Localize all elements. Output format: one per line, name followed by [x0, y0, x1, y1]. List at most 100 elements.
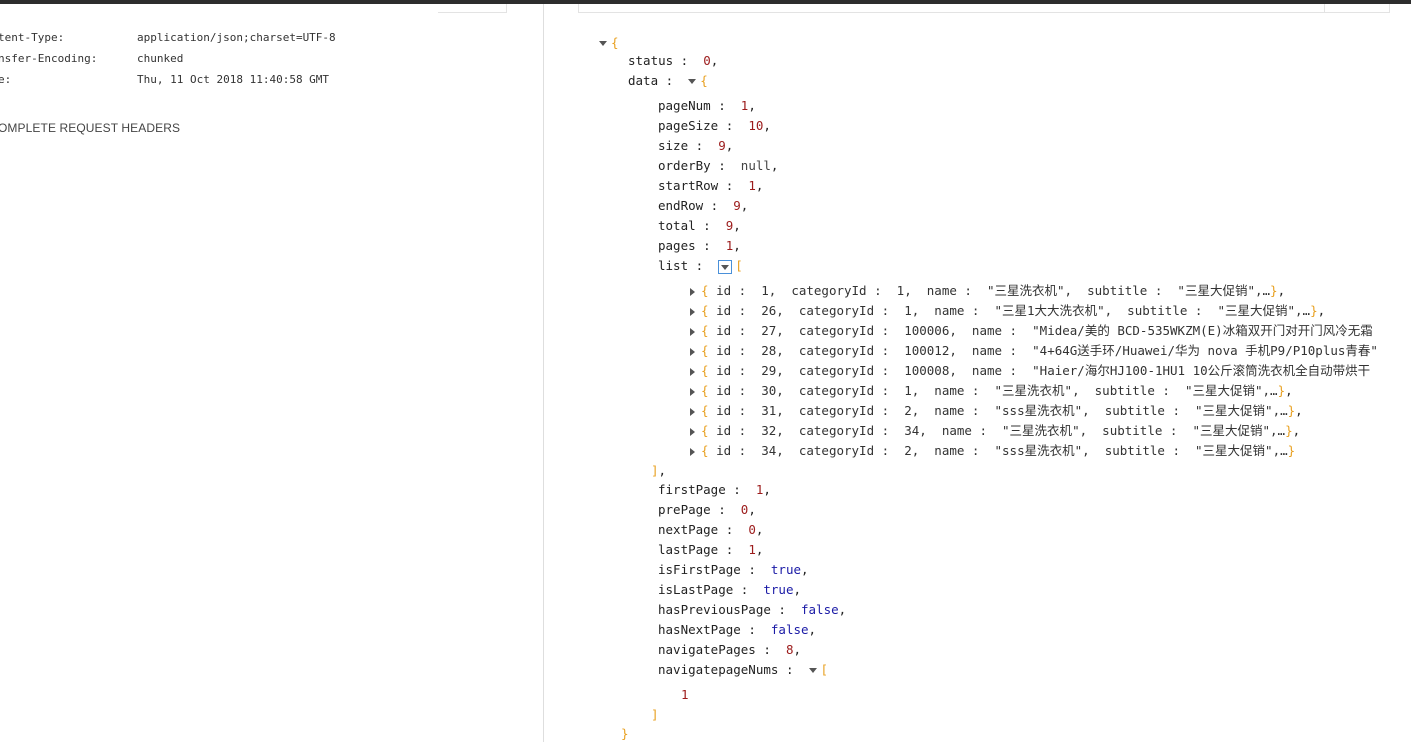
response-header-key: nsfer-Encoding: [0, 52, 98, 65]
json-key: isLastPage [658, 582, 734, 597]
chevron-down-icon [721, 264, 730, 270]
json-value: 1 [681, 687, 689, 702]
json-brace: } [1277, 383, 1286, 398]
json-bracket: [ [820, 662, 829, 677]
json-key: list [658, 258, 689, 273]
json-value: false [801, 602, 839, 617]
json-field-lastPage: lastPage : 1, [658, 542, 764, 557]
json-field-navigatePages: navigatePages : 8, [658, 642, 802, 657]
expand-toggle-icon[interactable] [690, 447, 695, 456]
collapse-toggle-focused-icon[interactable] [718, 259, 733, 274]
json-list-item-summary: id : 26, categoryId : 1, name : "三星1大大洗衣… [716, 303, 1311, 318]
json-key: orderBy [658, 158, 711, 173]
json-field-total: total : 9, [658, 218, 741, 233]
json-field-navigatepageNums: navigatepageNums : [ [658, 662, 829, 677]
json-key: startRow [658, 178, 719, 193]
json-viewer-panel: { status : 0, data : { pageNum : 1, pageSize… [544, 4, 1411, 742]
json-key: prePage [658, 502, 711, 517]
response-headers-panel: tent-Type: application/json;charset=UTF-8… [0, 4, 544, 742]
json-value: 9 [725, 218, 734, 233]
expand-toggle-icon[interactable] [690, 347, 695, 356]
json-field-data: data : { [628, 73, 708, 88]
json-list-item-summary: id : 1, categoryId : 1, name : "三星洗衣机", … [716, 283, 1271, 298]
json-brace: } [1287, 403, 1296, 418]
json-field-startRow: startRow : 1, [658, 178, 764, 193]
json-list-item[interactable]: { id : 27, categoryId : 100006, name : "… [690, 321, 1373, 341]
json-key: pageNum [658, 98, 711, 113]
json-key: status [628, 53, 674, 68]
expand-toggle-icon[interactable] [690, 367, 695, 376]
json-brace: } [621, 726, 629, 741]
json-value: 9 [733, 198, 741, 213]
json-list-item[interactable]: { id : 30, categoryId : 1, name : "三星洗衣机… [690, 381, 1293, 401]
json-bracket: ] [651, 707, 659, 722]
json-list-item[interactable]: { id : 1, categoryId : 1, name : "三星洗衣机"… [690, 281, 1285, 301]
json-key: size [658, 138, 689, 153]
json-bracket: ] [651, 463, 659, 478]
json-key: firstPage [658, 482, 726, 497]
json-field-firstPage: firstPage : 1, [658, 482, 771, 497]
json-key: data [628, 73, 659, 88]
json-value: 0 [703, 53, 711, 68]
json-field-isLastPage: isLastPage : true, [658, 582, 802, 597]
json-brace: { [701, 363, 709, 378]
json-value: false [770, 622, 809, 637]
expand-toggle-icon[interactable] [690, 287, 695, 296]
collapse-toggle-icon[interactable] [808, 668, 817, 673]
response-header-value: chunked [137, 52, 184, 65]
json-key: hasPreviousPage [658, 602, 771, 617]
collapse-toggle-icon[interactable] [599, 41, 607, 46]
json-brace: { [701, 423, 709, 438]
response-header-key: tent-Type: [0, 31, 65, 44]
json-array-value: 1 [681, 685, 689, 705]
json-field-endRow: endRow : 9, [658, 198, 749, 213]
expand-toggle-icon[interactable] [690, 427, 695, 436]
json-brace: { [701, 343, 709, 358]
json-value: true [770, 562, 802, 577]
json-value: 8 [785, 642, 794, 657]
expand-toggle-icon[interactable] [690, 307, 695, 316]
json-value: 0 [740, 502, 749, 517]
json-data-close: } [621, 724, 629, 742]
json-brace: } [1310, 303, 1318, 318]
expand-toggle-icon[interactable] [690, 327, 695, 336]
expand-toggle-icon[interactable] [690, 407, 695, 416]
json-list-item-summary: id : 34, categoryId : 2, name : "sss星洗衣机… [716, 443, 1288, 458]
json-field-pageNum: pageNum : 1, [658, 98, 756, 113]
json-list-item[interactable]: { id : 32, categoryId : 34, name : "三星洗衣… [690, 421, 1300, 441]
json-list-item[interactable]: { id : 28, categoryId : 100012, name : "… [690, 341, 1378, 361]
json-key: pageSize [658, 118, 719, 133]
json-field-hasPreviousPage: hasPreviousPage : false, [658, 602, 847, 617]
json-key: lastPage [658, 542, 719, 557]
collapse-toggle-icon[interactable] [688, 79, 697, 84]
json-root-open: { [599, 33, 619, 53]
json-brace: { [701, 443, 709, 458]
complete-request-headers-link[interactable]: OMPLETE REQUEST HEADERS [0, 121, 180, 135]
json-value: 9 [718, 138, 726, 153]
json-value: 1 [740, 98, 749, 113]
json-brace: { [701, 403, 709, 418]
json-value: 1 [725, 238, 734, 253]
json-list-item[interactable]: { id : 31, categoryId : 2, name : "sss星洗… [690, 401, 1303, 421]
json-key: isFirstPage [658, 562, 741, 577]
json-brace: { [701, 323, 709, 338]
json-field-list: list : [ [658, 258, 743, 274]
json-key: navigatePages [658, 642, 756, 657]
json-key: endRow [658, 198, 704, 213]
response-header-value: application/json;charset=UTF-8 [137, 31, 336, 44]
json-field-nextPage: nextPage : 0, [658, 522, 764, 537]
json-brace: } [1270, 283, 1278, 298]
json-list-item-summary: id : 31, categoryId : 2, name : "sss星洗衣机… [716, 403, 1288, 418]
expand-toggle-icon[interactable] [690, 387, 695, 396]
json-list-item[interactable]: { id : 26, categoryId : 1, name : "三星1大大… [690, 301, 1325, 321]
json-list-item[interactable]: { id : 29, categoryId : 100008, name : "… [690, 361, 1370, 381]
json-key: pages [658, 238, 696, 253]
json-list-item-summary: id : 30, categoryId : 1, name : "三星洗衣机",… [716, 383, 1278, 398]
json-value: 1 [748, 178, 756, 193]
json-value: 10 [748, 118, 764, 133]
json-field-pages: pages : 1, [658, 238, 741, 253]
json-field-status: status : 0, [628, 53, 719, 68]
json-list-item-summary: id : 29, categoryId : 100008, name : "Ha… [716, 363, 1371, 378]
response-header-key: e: [0, 73, 12, 86]
json-list-item[interactable]: { id : 34, categoryId : 2, name : "sss星洗… [690, 441, 1295, 461]
